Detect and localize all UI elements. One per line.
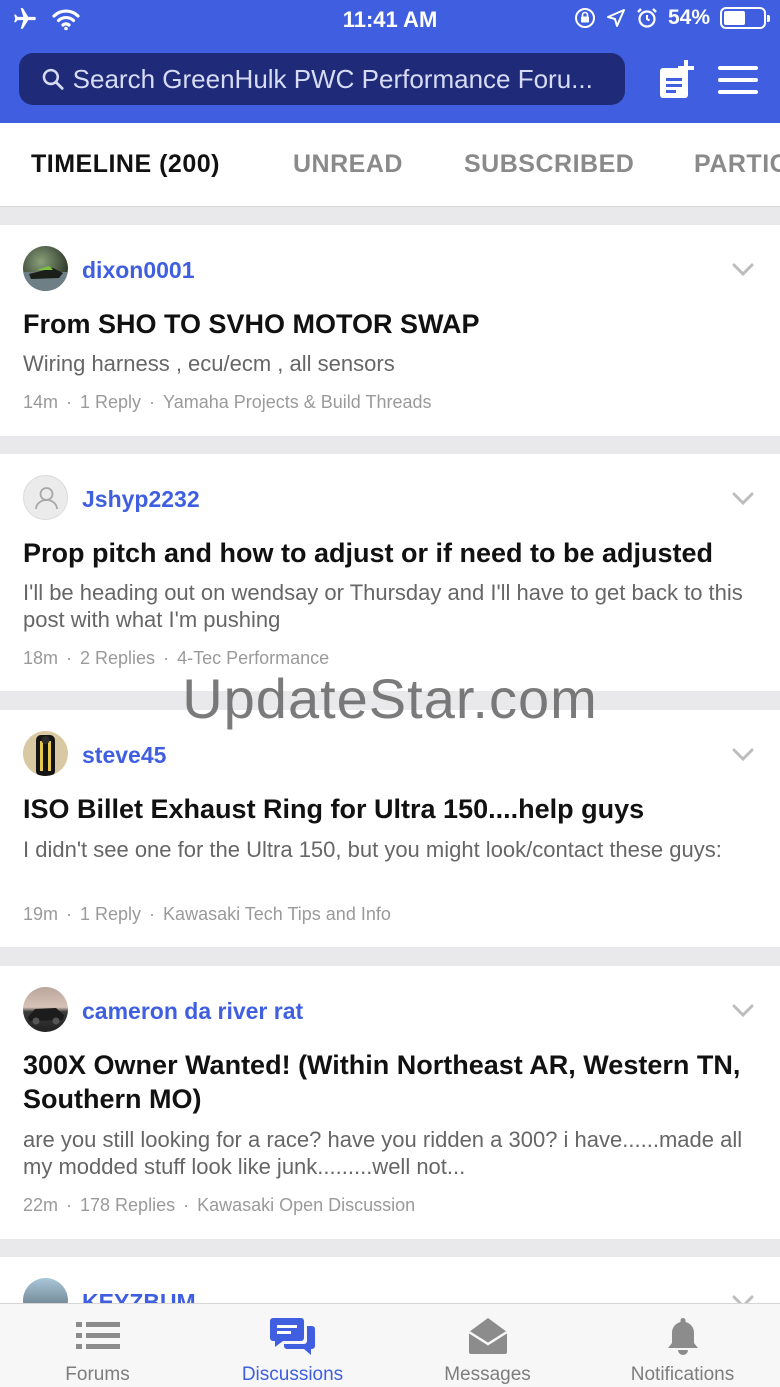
username[interactable]: dixon0001 [82,257,195,284]
username[interactable]: cameron da river rat [82,998,303,1025]
car-photo-icon [28,1008,64,1025]
chat-bubbles-icon [269,1318,315,1355]
thread-snippet: Wiring harness , ecu/ecm , all sensors [23,351,395,376]
nav-label: Messages [444,1364,531,1385]
username[interactable]: steve45 [82,742,166,769]
reply-count: 1 Reply [80,392,142,412]
search-input[interactable]: Search GreenHulk PWC Performance Foru... [19,53,625,105]
list-icon [75,1322,120,1349]
post-time: 22m [23,1195,59,1215]
forum-name[interactable]: Yamaha Projects & Build Threads [163,392,431,412]
discussion-card[interactable]: steve45 ISO Billet Exhaust Ring for Ultr… [0,710,780,947]
search-icon [42,68,64,90]
thread-meta: 18m · 2 Replies · 4-Tec Performance [23,648,330,668]
avatar[interactable] [23,731,68,776]
thread-snippet: I'll be heading out on wendsay or Thursd… [23,580,743,632]
thread-snippet: I didn't see one for the Ultra 150, but … [23,837,722,862]
post-time: 18m [23,648,59,668]
discussion-card[interactable]: dixon0001 From SHO TO SVHO MOTOR SWAP Wi… [0,225,780,436]
forum-name[interactable]: 4-Tec Performance [177,648,329,668]
status-bar: 11:41 AM 54% [0,0,780,40]
tab-unread[interactable]: UNREAD [293,150,403,179]
status-right: 54% [574,6,770,30]
thread-title[interactable]: ISO Billet Exhaust Ring for Ultra 150...… [23,792,758,826]
reply-count: 178 Replies [80,1195,176,1215]
nav-messages[interactable]: Messages [390,1304,585,1387]
thread-title[interactable]: Prop pitch and how to adjust or if need … [23,536,758,570]
avatar[interactable] [23,475,68,520]
jetski-photo-icon [23,266,68,291]
bell-icon [667,1318,698,1355]
username[interactable]: Jshyp2232 [82,486,200,513]
thread-snippet: are you still looking for a race? have y… [23,1127,743,1179]
nav-label: Forums [65,1364,130,1385]
nav-label: Discussions [241,1364,344,1385]
thread-meta: 19m · 1 Reply · Kawasaki Tech Tips and Info [23,904,391,924]
battery-icon [720,7,770,29]
nav-discussions[interactable]: Discussions [195,1304,390,1387]
chevron-down-icon[interactable] [732,1004,754,1018]
avatar[interactable] [23,246,68,291]
rotation-lock-icon [574,8,595,28]
avatar[interactable] [23,987,68,1032]
reply-count: 2 Replies [80,648,156,668]
forum-name[interactable]: Kawasaki Open Discussion [197,1195,415,1215]
new-post-icon[interactable] [658,60,696,100]
thread-title[interactable]: 300X Owner Wanted! (Within Northeast AR,… [23,1048,758,1116]
envelope-icon [467,1318,508,1354]
tab-bar: TIMELINE (200) UNREAD SUBSCRIBED PARTICI… [0,123,780,207]
search-placeholder: Search GreenHulk PWC Performance Foru... [72,63,593,94]
default-user-icon [35,487,58,510]
chevron-down-icon[interactable] [732,748,754,762]
chevron-down-icon[interactable] [732,492,754,506]
nav-forums[interactable]: Forums [0,1304,195,1387]
thread-meta: 14m · 1 Reply · Yamaha Projects & Build Thre… [23,392,432,412]
app-header: 11:41 AM 54% Search GreenHulk PWC Perfor… [0,0,780,123]
forum-name[interactable]: Kawasaki Tech Tips and Info [163,904,391,924]
alarm-icon [637,8,657,28]
battery-percent: 54% [667,6,710,29]
post-time: 14m [23,392,59,412]
nav-label: Notifications [630,1364,735,1385]
chevron-down-icon[interactable] [732,263,754,277]
menu-icon[interactable] [718,66,758,94]
location-arrow-icon [606,9,625,27]
reply-count: 1 Reply [80,904,142,924]
wetsuit-photo-icon [36,735,55,776]
discussion-card[interactable]: cameron da river rat 300X Owner Wanted! … [0,966,780,1239]
tab-participated[interactable]: PARTICIPATED [694,150,780,179]
bottom-nav: Forums Discussions Messages Notification… [0,1303,780,1387]
battery-level [724,11,745,25]
nav-notifications[interactable]: Notifications [585,1304,780,1387]
thread-title[interactable]: From SHO TO SVHO MOTOR SWAP [23,307,758,341]
tab-subscribed[interactable]: SUBSCRIBED [464,150,634,179]
post-time: 19m [23,904,59,924]
thread-meta: 22m · 178 Replies · Kawasaki Open Discussion [23,1195,416,1215]
tab-timeline[interactable]: TIMELINE (200) [31,150,220,179]
discussion-card[interactable]: Jshyp2232 Prop pitch and how to adjust o… [0,454,780,691]
